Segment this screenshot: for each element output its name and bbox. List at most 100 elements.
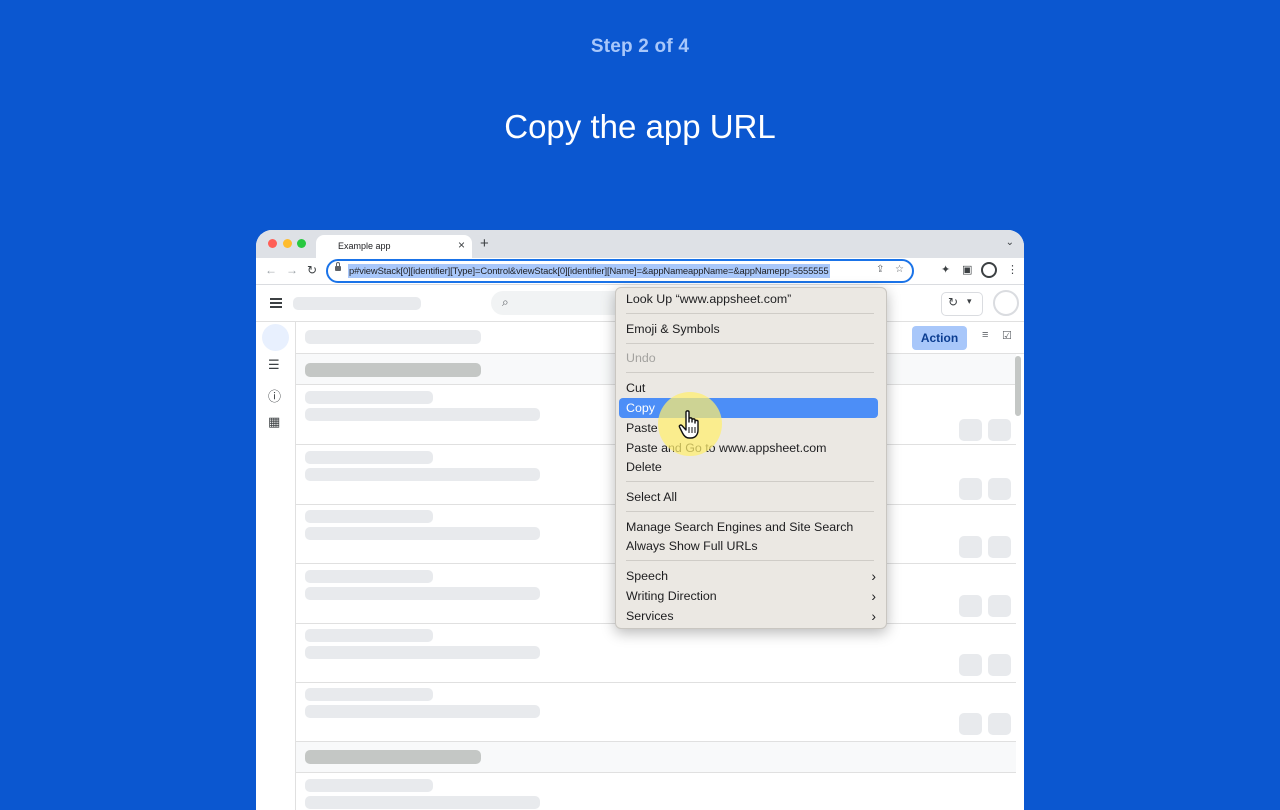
menu-item-look-up[interactable]: Look Up “www.appsheet.com” (626, 289, 876, 309)
item-action-placeholder[interactable] (988, 536, 1011, 558)
menu-item-label: Paste (626, 421, 658, 435)
menu-item-cut[interactable]: Cut (626, 378, 876, 398)
search-icon: ⌕ (502, 295, 509, 309)
maximize-window-button[interactable] (297, 239, 306, 248)
list-icon[interactable]: ☰ (268, 357, 280, 373)
item-subtitle-placeholder (305, 587, 540, 600)
item-title-placeholder (305, 688, 433, 701)
menu-item-undo: Undo (626, 348, 876, 368)
forward-icon[interactable]: → (286, 263, 298, 277)
sync-icon: ↻ (948, 295, 959, 309)
browser-menu-icon[interactable]: ⋮ (1007, 263, 1018, 276)
new-tab-button[interactable]: + (480, 235, 489, 252)
menu-item-copy[interactable]: Copy (619, 398, 878, 418)
item-title-placeholder (305, 451, 433, 464)
chevron-right-icon: › (871, 588, 876, 604)
view-title-placeholder (305, 330, 481, 344)
menu-item-select-all[interactable]: Select All (626, 487, 876, 507)
tab-strip: Example app × + ⌄ (256, 230, 1024, 258)
item-action-placeholder[interactable] (959, 419, 982, 441)
menu-separator (626, 481, 874, 482)
menu-item-label: Always Show Full URLs (626, 539, 758, 553)
tab-search-icon[interactable]: ⌄ (1006, 237, 1014, 248)
item-action-placeholder[interactable] (959, 654, 982, 676)
group-label-placeholder (305, 363, 481, 377)
item-action-placeholder[interactable] (959, 478, 982, 500)
reload-icon[interactable]: ↻ (307, 263, 317, 277)
item-subtitle-placeholder (305, 408, 540, 421)
back-icon[interactable]: ← (265, 263, 277, 277)
menu-item-services[interactable]: Services › (626, 606, 876, 626)
menu-separator (626, 313, 874, 314)
menu-item-label: Copy (626, 401, 655, 415)
minimize-window-button[interactable] (283, 239, 292, 248)
menu-item-writing-direction[interactable]: Writing Direction › (626, 586, 876, 606)
item-action-placeholder[interactable] (988, 713, 1011, 735)
tab-title: Example app (338, 241, 391, 251)
url-text[interactable]: p#viewStack[0][identifier][Type]=Control… (348, 264, 830, 278)
item-action-placeholder[interactable] (959, 595, 982, 617)
menu-item-label: Delete (626, 460, 662, 474)
scrollbar[interactable] (1015, 356, 1021, 416)
action-button[interactable]: Action (912, 326, 967, 350)
hand-cursor-icon (678, 410, 699, 439)
side-panel-icon[interactable]: ▣ (962, 263, 972, 276)
item-subtitle-placeholder (305, 527, 540, 540)
list-item[interactable] (296, 682, 1016, 742)
browser-tab[interactable]: Example app × (316, 235, 472, 258)
chevron-right-icon: › (871, 568, 876, 584)
menu-item-label: Services (626, 609, 674, 623)
menu-item-speech[interactable]: Speech › (626, 566, 876, 586)
item-title-placeholder (305, 629, 433, 642)
menu-separator (626, 511, 874, 512)
menu-item-delete[interactable]: Delete (626, 457, 876, 477)
avatar[interactable] (993, 290, 1019, 316)
menu-item-manage-search-engines[interactable]: Manage Search Engines and Site Search (626, 517, 876, 537)
item-action-placeholder[interactable] (959, 713, 982, 735)
menu-item-label: Emoji & Symbols (626, 322, 720, 336)
menu-item-emoji-symbols[interactable]: Emoji & Symbols (626, 319, 876, 339)
extensions-icon[interactable]: ✦ (941, 263, 950, 276)
item-title-placeholder (305, 510, 433, 523)
menu-separator (626, 560, 874, 561)
item-action-placeholder[interactable] (988, 419, 1011, 441)
address-bar[interactable]: p#viewStack[0][identifier][Type]=Control… (326, 259, 914, 283)
list-item[interactable] (296, 623, 1016, 683)
menu-item-label: Speech (626, 569, 669, 583)
browser-toolbar: ← → ↻ p#viewStack[0][identifier][Type]=C… (256, 258, 1024, 285)
item-subtitle-placeholder (305, 705, 540, 718)
sync-button[interactable]: ↻ ▾ (941, 292, 983, 316)
lock-icon[interactable] (335, 262, 341, 271)
share-icon[interactable]: ⇪ (876, 264, 884, 275)
list-item[interactable] (296, 773, 1016, 810)
item-title-placeholder (305, 570, 433, 583)
close-tab-icon[interactable]: × (458, 238, 465, 252)
item-action-placeholder[interactable] (988, 654, 1011, 676)
item-action-placeholder[interactable] (988, 595, 1011, 617)
menu-item-label: Undo (626, 351, 656, 365)
context-menu: Look Up “www.appsheet.com” Emoji & Symbo… (615, 287, 887, 629)
menu-item-label: Select All (626, 490, 677, 504)
info-icon[interactable]: ⓘ (268, 386, 281, 405)
profile-icon[interactable] (981, 262, 997, 278)
filter-icon[interactable]: ≡ (982, 329, 988, 341)
headline: Copy the app URL (504, 108, 776, 145)
close-window-button[interactable] (268, 239, 277, 248)
grid-icon[interactable]: ▦ (268, 414, 280, 430)
bookmark-star-icon[interactable]: ☆ (895, 264, 904, 275)
item-title-placeholder (305, 391, 433, 404)
chevron-down-icon[interactable]: ▾ (967, 296, 972, 307)
item-subtitle-placeholder (305, 468, 540, 481)
menu-item-label: Writing Direction (626, 589, 717, 603)
rail-item-selected[interactable] (262, 324, 289, 351)
select-icon[interactable]: ☑ (1002, 329, 1012, 342)
menu-icon[interactable] (270, 298, 282, 300)
item-action-placeholder[interactable] (988, 478, 1011, 500)
menu-separator (626, 343, 874, 344)
item-title-placeholder (305, 779, 433, 792)
menu-item-always-show-full-urls[interactable]: Always Show Full URLs (626, 536, 876, 556)
menu-item-label: Cut (626, 381, 646, 395)
step-indicator: Step 2 of 4 (590, 36, 690, 57)
item-subtitle-placeholder (305, 796, 540, 809)
item-action-placeholder[interactable] (959, 536, 982, 558)
